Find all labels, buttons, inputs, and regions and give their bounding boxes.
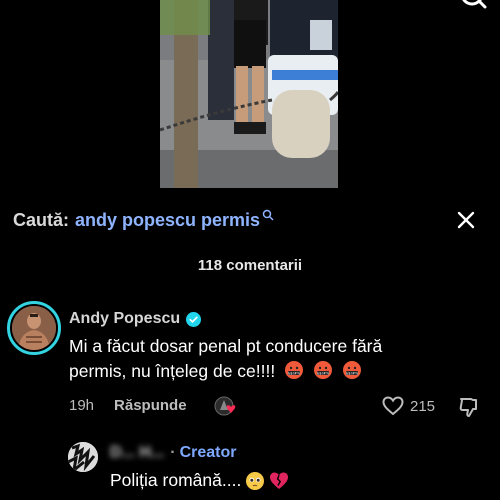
dislike-icon[interactable] [458,396,480,418]
angry-emoji-icon: &$!#% [342,361,361,379]
heart-outline-icon [382,396,404,416]
svg-text:&$!#%: &$!#% [317,371,330,375]
comment-author-row[interactable]: Andy Popescu [69,310,202,328]
comment-body: Mi a făcut dosar penal pt conducere fără… [69,336,383,381]
verified-badge-icon [186,311,202,327]
pleading-face-icon [246,471,265,490]
reply-button[interactable]: Răspunde [114,397,187,414]
separator-dot: · [170,444,176,461]
search-icon[interactable] [458,0,488,12]
comment-author[interactable]: Andy Popescu [69,310,180,328]
search-query-link[interactable]: andy popescu permis [75,210,260,231]
search-icon [262,209,274,221]
angry-emoji-icon: &$!#% [285,361,304,379]
comment-time: 19h [69,397,95,414]
broken-heart-icon [270,472,289,489]
search-prefix: Caută: [13,209,70,230]
reply-author-row[interactable]: D... H... · Creator [110,444,236,462]
creator-liked-icon [214,396,236,416]
like-count: 215 [410,397,436,415]
reply-text: Poliția română.... [110,470,289,491]
comment-text: Mi a făcut dosar penal pt conducere fără… [69,334,429,384]
search-bar[interactable]: Caută: andy popescu permis [13,207,274,233]
reply-body: Poliția română.... [110,470,242,490]
comment-meta: 19h Răspunde [69,397,187,414]
creator-tag: Creator [179,444,237,461]
close-icon [457,211,475,229]
reply-author[interactable]: D... H... [110,444,164,462]
video-thumbnail[interactable] [160,0,338,188]
svg-text:&$!#%: &$!#% [288,371,301,375]
avatar[interactable] [7,301,61,355]
svg-text:&$!#%: &$!#% [346,371,359,375]
avatar[interactable] [68,442,98,472]
angry-emoji-icon: &$!#% [313,361,332,379]
close-button[interactable] [453,207,479,233]
like-button[interactable]: 215 [382,396,435,416]
comments-count: 118 comentarii [197,257,303,274]
